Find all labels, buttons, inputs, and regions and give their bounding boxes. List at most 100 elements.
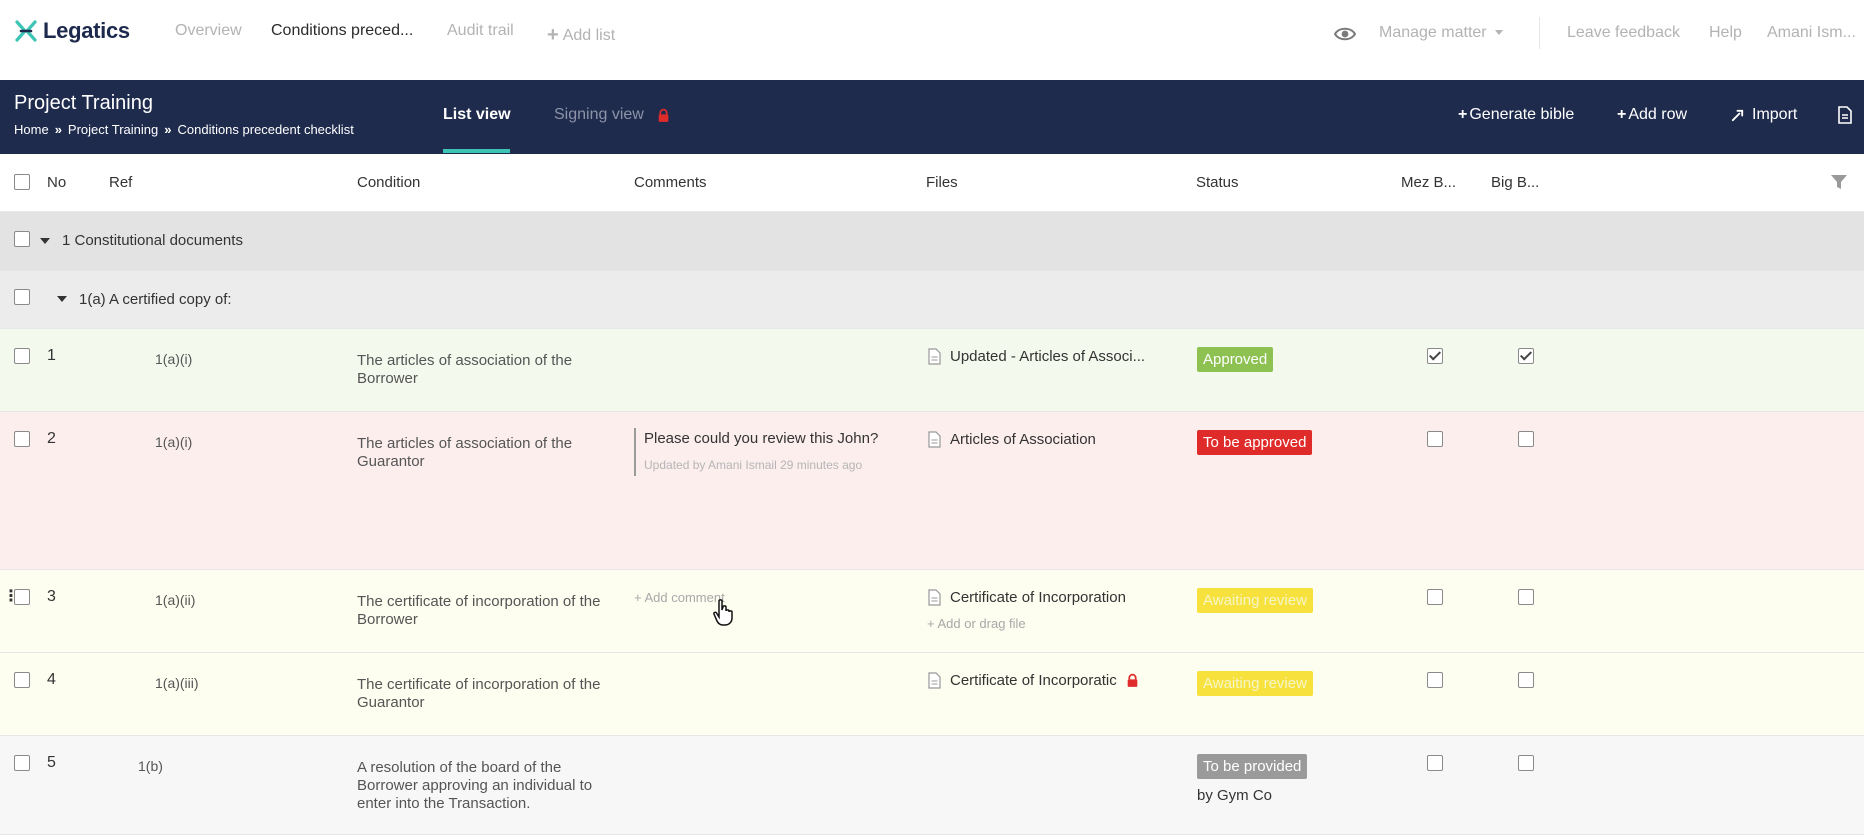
column-no[interactable]: No [47, 174, 66, 191]
mez-b-checkbox[interactable] [1427, 755, 1443, 771]
eye-icon[interactable] [1334, 26, 1356, 42]
row-checkbox[interactable] [14, 348, 30, 364]
row-condition[interactable]: The articles of association of the Borro… [357, 352, 617, 388]
column-comments[interactable]: Comments [634, 174, 707, 191]
file-link[interactable]: Articles of Association [928, 431, 1096, 448]
generate-bible-label: Generate bible [1469, 106, 1575, 123]
row-number: 2 [47, 430, 56, 447]
tab-list-view[interactable]: List view [443, 106, 511, 124]
status-badge[interactable]: Approved [1197, 347, 1274, 372]
breadcrumb-project[interactable]: Project Training [68, 122, 158, 137]
file-name: Certificate of Incorporation [950, 589, 1126, 606]
column-condition[interactable]: Condition [357, 174, 420, 191]
group-row[interactable]: 1 Constitutional documents [0, 212, 1864, 271]
import-label: Import [1752, 106, 1798, 123]
breadcrumb-home[interactable]: Home [14, 122, 49, 137]
subgroup-row[interactable]: 1(a) A certified copy of: [0, 271, 1864, 329]
subgroup-label: 1(a) A certified copy of: [79, 291, 232, 308]
row-condition[interactable]: The articles of association of the Guara… [357, 435, 617, 471]
status-badge[interactable]: Awaiting review [1197, 588, 1313, 613]
file-name: Certificate of Incorporatic [950, 672, 1117, 689]
mez-b-checkbox[interactable] [1427, 431, 1443, 447]
row-condition[interactable]: The certificate of incorporation of the … [357, 593, 617, 629]
plus-icon: + [1617, 106, 1627, 123]
row-ref: 1(a)(ii) [155, 592, 196, 608]
row-checkbox[interactable] [14, 231, 30, 247]
top-navigation: Legatics Overview Conditions preced... A… [0, 0, 1864, 80]
import-icon [1731, 109, 1744, 121]
row-number: 5 [47, 754, 56, 771]
comment-text: Please could you review this John? [644, 430, 879, 447]
project-header: Project Training Home » Project Training… [0, 80, 1864, 154]
row-checkbox[interactable] [14, 672, 30, 688]
big-b-checkbox[interactable] [1518, 755, 1534, 771]
active-tab-indicator [443, 149, 510, 153]
breadcrumb: Home » Project Training » Conditions pre… [14, 122, 354, 137]
table-row[interactable]: 2 1(a)(i) The articles of association of… [0, 412, 1864, 570]
row-condition[interactable]: A resolution of the board of the Borrowe… [357, 759, 622, 813]
row-number: 4 [47, 671, 56, 688]
column-status[interactable]: Status [1196, 174, 1239, 191]
mez-b-checkbox[interactable] [1427, 589, 1443, 605]
row-checkbox[interactable] [14, 589, 30, 605]
status-badge[interactable]: Awaiting review [1197, 671, 1313, 696]
big-b-checkbox[interactable] [1518, 431, 1534, 447]
caret-down-icon[interactable] [40, 238, 50, 244]
nav-overview[interactable]: Overview [175, 22, 242, 40]
row-number: 1 [47, 347, 56, 364]
row-ref: 1(a)(iii) [155, 675, 199, 691]
column-ref[interactable]: Ref [109, 174, 132, 191]
manage-matter-dropdown[interactable]: Manage matter [1379, 24, 1503, 42]
nav-audit-trail[interactable]: Audit trail [447, 22, 514, 40]
file-link[interactable]: Certificate of Incorporatic [928, 672, 1140, 689]
row-checkbox[interactable] [14, 431, 30, 447]
select-all-checkbox[interactable] [14, 174, 30, 190]
chevron-double-right-icon: » [54, 122, 62, 137]
tab-signing-view[interactable]: Signing view [554, 106, 671, 124]
big-b-checkbox[interactable] [1518, 348, 1534, 364]
add-file-link[interactable]: + Add or drag file [927, 616, 1026, 631]
table-row[interactable]: 1 1(a)(i) The articles of association of… [0, 329, 1864, 412]
file-link[interactable]: Certificate of Incorporation [928, 589, 1126, 606]
table-row[interactable]: 5 1(b) A resolution of the board of the … [0, 736, 1864, 835]
column-mez-b[interactable]: Mez B... [1401, 174, 1456, 191]
mez-b-checkbox[interactable] [1427, 348, 1443, 364]
user-menu[interactable]: Amani Ism... [1767, 24, 1856, 42]
divider [1539, 17, 1540, 49]
column-files[interactable]: Files [926, 174, 958, 191]
generate-bible-button[interactable]: + Generate bible [1458, 106, 1574, 124]
file-link[interactable]: Updated - Articles of Associ... [928, 348, 1145, 365]
table-row[interactable]: 4 1(a)(iii) The certificate of incorpora… [0, 653, 1864, 736]
row-checkbox[interactable] [14, 755, 30, 771]
nav-conditions-precedent[interactable]: Conditions preced... [271, 22, 413, 40]
status-badge[interactable]: To be approved [1197, 430, 1313, 455]
leave-feedback-link[interactable]: Leave feedback [1567, 24, 1680, 42]
row-checkbox[interactable] [14, 289, 30, 305]
signing-view-label: Signing view [554, 106, 644, 123]
nav-add-list[interactable]: + Add list [547, 24, 615, 47]
filter-icon[interactable] [1830, 174, 1848, 190]
app-logo[interactable]: Legatics [14, 18, 130, 44]
comment[interactable]: Please could you review this John? Updat… [634, 428, 884, 476]
big-b-checkbox[interactable] [1518, 589, 1534, 605]
breadcrumb-checklist[interactable]: Conditions precedent checklist [177, 122, 353, 137]
file-icon [928, 348, 941, 365]
big-b-checkbox[interactable] [1518, 672, 1534, 688]
column-big-b[interactable]: Big B... [1491, 174, 1539, 191]
caret-down-icon[interactable] [57, 296, 67, 302]
add-row-button[interactable]: + Add row [1617, 106, 1687, 124]
status-badge[interactable]: To be provided [1197, 754, 1308, 779]
import-button[interactable]: Import [1730, 106, 1797, 124]
file-icon [928, 431, 941, 448]
app-name: Legatics [43, 18, 130, 43]
file-name: Updated - Articles of Associ... [950, 348, 1146, 365]
row-condition[interactable]: The certificate of incorporation of the … [357, 676, 617, 712]
table-row[interactable]: ⋮ 3 1(a)(ii) The certificate of incorpor… [0, 570, 1864, 653]
row-ref: 1(b) [138, 758, 163, 774]
export-icon[interactable] [1838, 106, 1852, 124]
help-link[interactable]: Help [1709, 24, 1742, 42]
hand-cursor-icon [713, 599, 733, 626]
file-icon [928, 589, 941, 606]
mez-b-checkbox[interactable] [1427, 672, 1443, 688]
status-note: by Gym Co [1197, 787, 1273, 804]
